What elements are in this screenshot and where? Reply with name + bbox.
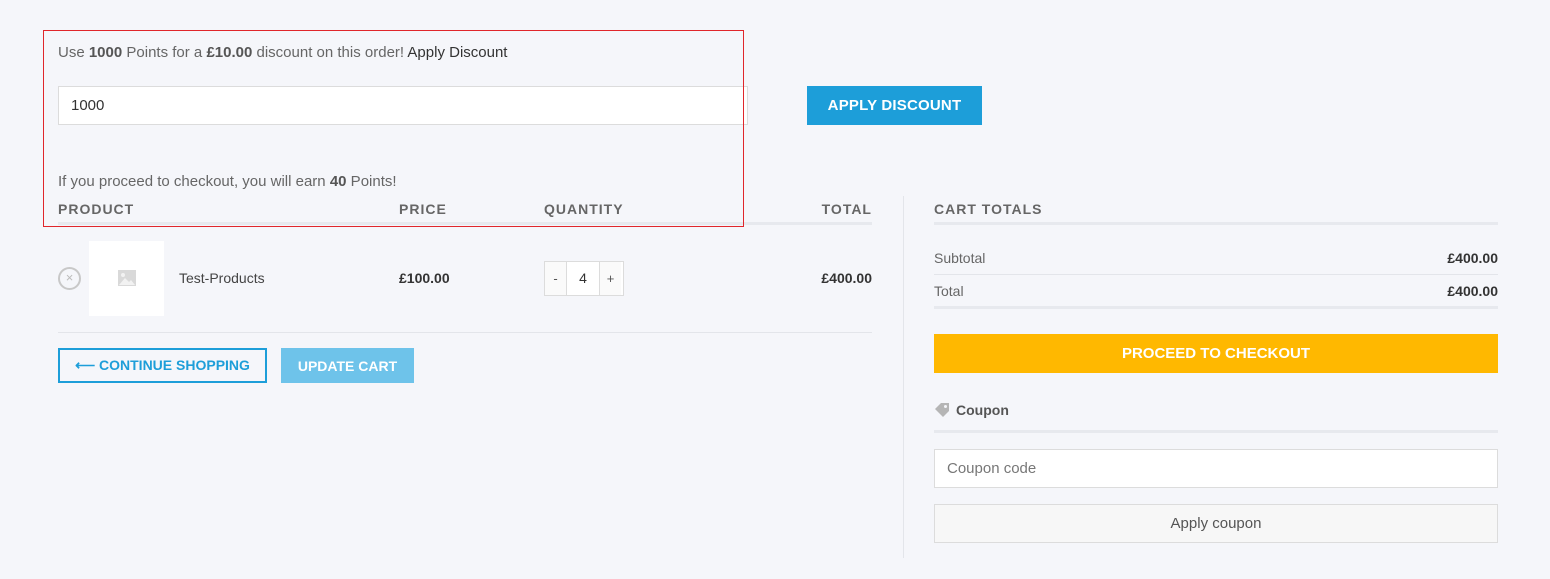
coupon-code-input[interactable] [934,449,1498,488]
cart-item-row: × Test-Products £100.00 - 4 + £400.00 [58,240,872,316]
update-cart-button[interactable]: UPDATE CART [281,348,414,383]
points-redeem-message: Use 1000 Points for a £10.00 discount on… [58,44,508,61]
total-label: Total [934,283,964,299]
quantity-input[interactable]: 4 [566,262,600,295]
quantity-decrement-button[interactable]: - [545,262,566,295]
continue-shopping-button[interactable]: ⟵ CONTINUE SHOPPING [58,348,267,383]
product-name-link[interactable]: Test-Products [179,270,265,286]
subtotal-label: Subtotal [934,250,986,266]
apply-coupon-button[interactable]: Apply coupon [934,504,1498,543]
earn-points-count: 40 [329,173,347,190]
quantity-increment-button[interactable]: + [600,262,621,295]
proceed-to-checkout-button[interactable]: PROCEED TO CHECKOUT [934,334,1498,373]
remove-item-icon[interactable]: × [58,267,81,290]
cart-totals-title: CART TOTALS [934,201,1043,217]
cart-page: Use 1000 Points for a £10.00 discount on… [0,0,1550,579]
points-earn-message: If you proceed to checkout, you will ear… [58,173,397,190]
product-price: £100.00 [399,270,450,286]
product-thumbnail[interactable] [89,241,164,316]
header-total: TOTAL [821,201,872,217]
coupon-divider [934,430,1498,433]
quantity-stepper: - 4 + [544,261,624,296]
totals-footer-divider [934,306,1498,309]
coupon-heading: Coupon [934,400,1009,420]
image-placeholder-icon [118,270,136,286]
row-divider [58,332,872,333]
apply-discount-link[interactable]: Apply Discount [407,44,507,61]
header-divider [58,222,872,225]
total-value: £400.00 [1447,283,1498,299]
subtotal-divider [934,274,1498,275]
header-price: PRICE [399,201,447,217]
apply-discount-button[interactable]: APPLY DISCOUNT [807,86,982,125]
header-product: PRODUCT [58,201,135,217]
redeem-points-count: 1000 [88,44,123,61]
totals-header-divider [934,222,1498,225]
tag-icon [935,403,949,417]
line-total: £400.00 [821,270,872,286]
header-quantity: QUANTITY [544,201,624,217]
coupon-label: Coupon [956,402,1009,418]
subtotal-value: £400.00 [1447,250,1498,266]
redeem-discount-amount: £10.00 [206,44,253,61]
points-amount-input[interactable] [58,86,748,125]
column-divider [903,196,904,558]
